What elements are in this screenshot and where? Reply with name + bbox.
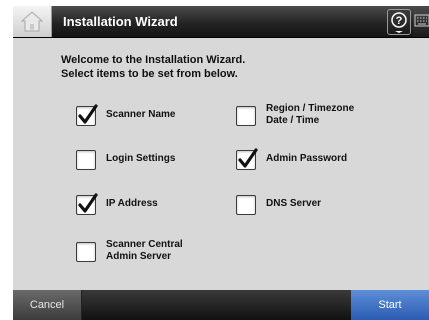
option-label-line-1: Login Settings (106, 153, 176, 164)
checkbox-dns-server[interactable] (236, 195, 256, 215)
home-icon (20, 11, 44, 32)
checkbox-scanner-central-admin-server[interactable] (76, 242, 96, 262)
option-label: Scanner Central Admin Server (106, 239, 183, 263)
keyboard-icon (414, 14, 429, 27)
option-label-line-1: Scanner Name (106, 109, 176, 120)
title-bar: Installation Wizard ? (13, 6, 429, 38)
option-label-line-1: IP Address (106, 198, 158, 209)
window-title: Installation Wizard (63, 14, 178, 29)
option-label-line-1: Scanner Central (106, 239, 183, 250)
option-label-line-2: Date / Time (266, 115, 320, 126)
bottom-bar: Cancel Start (13, 290, 429, 320)
checkbox-ip-address[interactable] (76, 193, 98, 215)
checkbox-scanner-name[interactable] (76, 104, 98, 126)
option-label: Admin Password (266, 153, 347, 165)
home-button[interactable] (13, 6, 52, 37)
checkmark-icon (238, 148, 258, 168)
intro-text: Welcome to the Installation Wizard. Sele… (61, 53, 245, 81)
start-button[interactable]: Start (351, 290, 429, 320)
svg-text:?: ? (396, 15, 403, 27)
checkmark-icon (78, 104, 98, 124)
checkmark-icon (78, 193, 98, 213)
option-label-line-1: DNS Server (266, 198, 322, 209)
option-label-line-2: Admin Server (106, 251, 172, 262)
intro-line-2: Select items to be set from below. (61, 68, 238, 80)
help-button[interactable]: ? (387, 9, 411, 35)
option-label: IP Address (106, 198, 158, 210)
option-label: Region / Timezone Date / Time (266, 103, 354, 127)
option-label: Scanner Name (106, 109, 175, 121)
checkbox-region-timezone[interactable] (236, 106, 256, 126)
option-label-line-1: Admin Password (266, 153, 348, 164)
installation-wizard-window: Installation Wizard ? Welcome to the Ins… (13, 6, 429, 320)
checkbox-admin-password[interactable] (236, 148, 258, 170)
checkbox-login-settings[interactable] (76, 150, 96, 170)
option-label: DNS Server (266, 198, 321, 210)
intro-line-1: Welcome to the Installation Wizard. (61, 54, 246, 66)
keyboard-button[interactable] (413, 6, 429, 37)
option-label: Login Settings (106, 153, 175, 165)
help-icon: ? (391, 12, 407, 33)
cancel-button[interactable]: Cancel (13, 290, 82, 320)
option-label-line-1: Region / Timezone (266, 103, 355, 114)
